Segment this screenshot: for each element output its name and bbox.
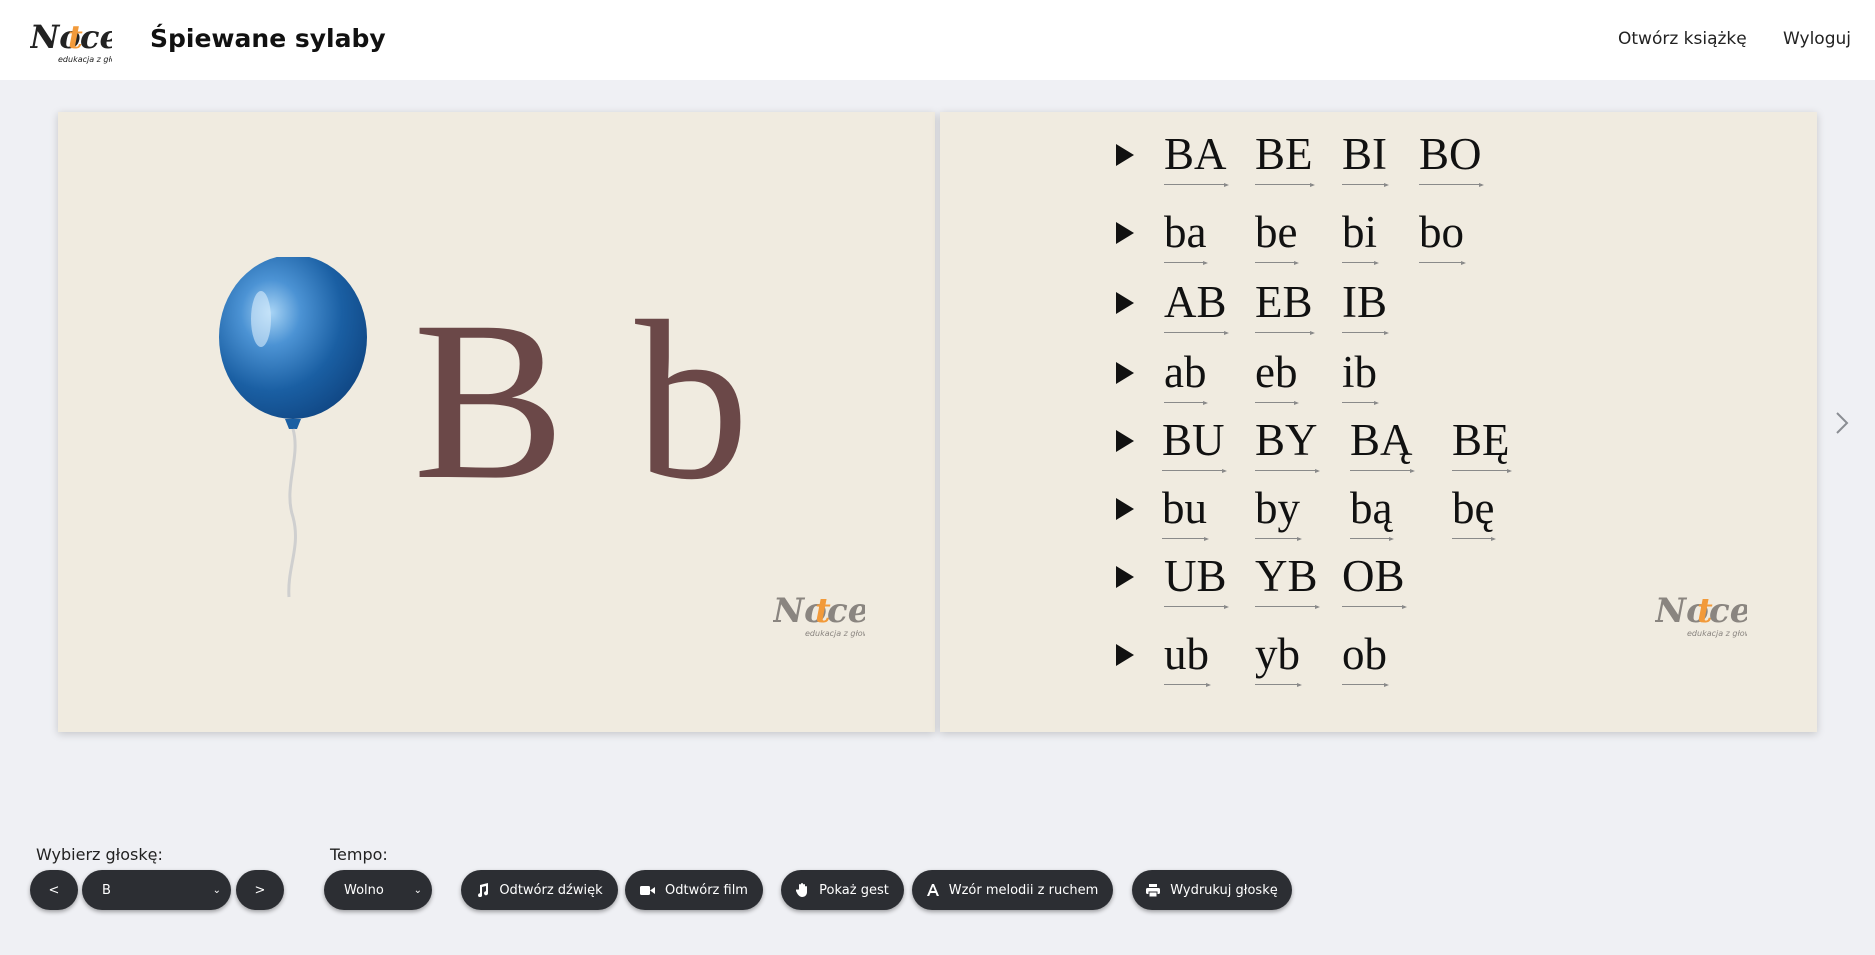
play-sound-label: Odtwórz dźwięk [499, 882, 603, 898]
syllable[interactable]: bo [1419, 210, 1466, 265]
syllable[interactable]: by [1255, 486, 1302, 541]
syllable[interactable]: BĄ [1350, 418, 1415, 473]
svg-text:edukacja z głową: edukacja z głową [805, 629, 865, 638]
notice-watermark: No t ce edukacja z głową [773, 591, 865, 638]
show-gesture-label: Pokaż gest [819, 882, 889, 898]
syllable[interactable]: bi [1342, 210, 1380, 265]
notice-watermark: No t ce edukacja z głową [1655, 591, 1747, 638]
syllable[interactable]: yb [1255, 632, 1302, 687]
syllable[interactable]: BI [1342, 132, 1389, 187]
play-icon[interactable] [1116, 498, 1134, 520]
syllable[interactable]: ib [1342, 350, 1380, 405]
printer-icon [1146, 883, 1161, 897]
syllable[interactable]: BĘ [1452, 418, 1512, 473]
syllable[interactable]: ub [1164, 632, 1211, 687]
next-sound-button[interactable]: > [236, 870, 284, 910]
chevron-down-icon: ⌄ [212, 884, 221, 896]
letter-display: Bb [413, 287, 749, 515]
hand-icon [796, 883, 808, 897]
uppercase-letter: B [413, 275, 566, 527]
font-icon [926, 884, 939, 896]
sound-select-value: B [102, 882, 111, 898]
syllable[interactable]: BO [1419, 132, 1484, 187]
play-icon[interactable] [1116, 292, 1134, 314]
syllable[interactable]: ob [1342, 632, 1389, 687]
syllable[interactable]: bą [1350, 486, 1395, 541]
play-icon[interactable] [1116, 430, 1134, 452]
syllable[interactable]: BY [1255, 418, 1320, 473]
svg-text:ce: ce [827, 591, 865, 631]
syllable[interactable]: bu [1162, 486, 1209, 541]
show-gesture-button[interactable]: Pokaż gest [781, 870, 904, 910]
syllable[interactable]: AB [1164, 280, 1229, 335]
previous-sound-button[interactable]: < [30, 870, 78, 910]
video-camera-icon [640, 885, 656, 895]
syllable[interactable]: ba [1164, 210, 1209, 265]
print-sound-label: Wydrukuj głoskę [1170, 882, 1278, 898]
svg-text:edukacja z głową: edukacja z głową [1687, 629, 1747, 638]
play-film-button[interactable]: Odtwórz film [625, 870, 763, 910]
page-title: Śpiewane sylaby [150, 24, 386, 53]
top-header: No t ce edukacja z głową Śpiewane sylaby… [0, 0, 1875, 80]
syllable[interactable]: EB [1255, 280, 1315, 335]
print-sound-button[interactable]: Wydrukuj głoskę [1132, 870, 1292, 910]
syllable[interactable]: be [1255, 210, 1300, 265]
sound-select[interactable]: B ⌄ [82, 870, 231, 910]
melody-pattern-button[interactable]: Wzór melodii z ruchem [912, 870, 1113, 910]
tempo-select[interactable]: Wolno ⌄ [324, 870, 432, 910]
syllable[interactable]: IB [1342, 280, 1389, 335]
syllable[interactable]: bę [1452, 486, 1497, 541]
play-icon[interactable] [1116, 144, 1134, 166]
chevron-right-icon[interactable] [1834, 410, 1850, 436]
play-icon[interactable] [1116, 222, 1134, 244]
tempo-select-value: Wolno [344, 882, 384, 898]
play-icon[interactable] [1116, 362, 1134, 384]
syllable[interactable]: YB [1255, 554, 1320, 609]
play-film-label: Odtwórz film [665, 882, 748, 898]
tempo-label: Tempo: [330, 845, 388, 864]
sound-select-label: Wybierz głoskę: [36, 845, 163, 864]
svg-text:ce: ce [1709, 591, 1747, 631]
notice-logo[interactable]: No t ce edukacja z głową [30, 16, 112, 66]
open-book-link[interactable]: Otwórz książkę [1618, 29, 1747, 49]
syllable[interactable]: BU [1162, 418, 1227, 473]
chevron-down-icon: ⌄ [413, 884, 422, 896]
svg-text:edukacja z głową: edukacja z głową [58, 55, 112, 64]
play-sound-button[interactable]: Odtwórz dźwięk [461, 870, 618, 910]
lowercase-letter: b [635, 275, 750, 527]
book-page-left: Bb No t ce edukacja z głową [58, 112, 935, 732]
syllable[interactable]: UB [1164, 554, 1229, 609]
book-page-right: BA BE BI BO ba be bi bo AB EB IB ab eb ib BU BY BĄ BĘ bu by… [940, 112, 1817, 732]
music-note-icon [478, 883, 489, 897]
syllable[interactable]: eb [1255, 350, 1300, 405]
syllable[interactable]: ab [1164, 350, 1209, 405]
melody-pattern-label: Wzór melodii z ruchem [948, 882, 1099, 898]
logout-link[interactable]: Wyloguj [1783, 29, 1851, 49]
syllable[interactable]: BE [1255, 132, 1315, 187]
syllable[interactable]: BA [1164, 132, 1229, 187]
balloon-image [219, 257, 367, 598]
play-icon[interactable] [1116, 644, 1134, 666]
svg-text:ce: ce [80, 18, 112, 56]
syllable[interactable]: OB [1342, 554, 1407, 609]
play-icon[interactable] [1116, 566, 1134, 588]
